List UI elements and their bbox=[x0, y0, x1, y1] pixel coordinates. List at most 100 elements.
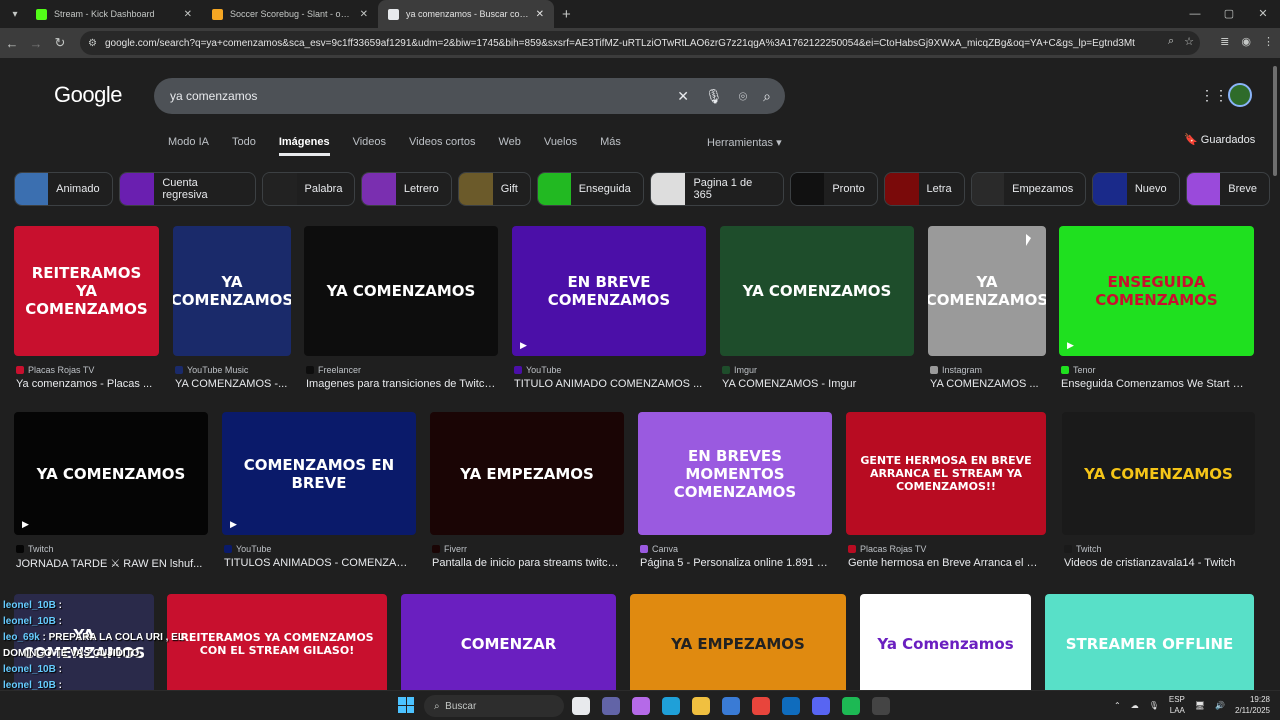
result-title[interactable]: JORNADA TARDE ⚔ RAW EN lshuf... bbox=[16, 557, 206, 570]
search-tab[interactable]: Videos cortos bbox=[409, 136, 475, 156]
image-result[interactable]: EN BREVES MOMENTOS COMENZAMOS Canva Página… bbox=[638, 412, 832, 575]
result-thumbnail[interactable]: YA EMPEZAMOS bbox=[430, 412, 624, 535]
close-tab-icon[interactable]: ✕ bbox=[536, 9, 544, 20]
search-icon[interactable]: ⌕ bbox=[763, 88, 771, 105]
close-window-button[interactable]: ✕ bbox=[1246, 0, 1280, 28]
filter-chip[interactable]: Gift bbox=[457, 172, 531, 206]
result-thumbnail[interactable]: YA COMENZAMOS bbox=[304, 226, 498, 356]
back-button[interactable]: ← bbox=[0, 36, 24, 51]
filter-chip[interactable]: Enseguida bbox=[536, 172, 644, 206]
filter-chip[interactable]: Letrero bbox=[361, 172, 452, 206]
filter-chip[interactable]: Cuenta regresiva bbox=[118, 172, 257, 206]
maximize-button[interactable]: ▢ bbox=[1212, 0, 1246, 28]
copilot-icon[interactable] bbox=[632, 697, 650, 715]
edge-icon[interactable] bbox=[662, 697, 680, 715]
result-thumbnail[interactable]: STREAMER OFFLINE bbox=[1045, 594, 1254, 690]
taskbar-search[interactable]: ⌕ Buscar bbox=[424, 695, 564, 717]
image-result[interactable]: COMENZAR bbox=[401, 594, 616, 690]
image-result[interactable]: YA COMENZAMOS YouTube Music YA COMENZAMOS … bbox=[173, 226, 291, 396]
image-result[interactable]: YA COMENZAMOS Instagram YA COMENZAMOS ... bbox=[928, 226, 1046, 396]
menu-icon[interactable]: ⋮ bbox=[1263, 35, 1274, 48]
image-result[interactable]: STREAMER OFFLINE bbox=[1045, 594, 1254, 690]
image-result[interactable]: COMENZAMOS EN BREVE ▶ YouTube TITULOS ANIMA… bbox=[222, 412, 416, 575]
result-thumbnail[interactable]: YA COMENZAMOS bbox=[720, 226, 914, 356]
result-source[interactable]: Imgur bbox=[722, 365, 757, 375]
url-text[interactable]: google.com/search?q=ya+comenzamos&sca_es… bbox=[105, 38, 1135, 49]
outlook-icon[interactable] bbox=[782, 697, 800, 715]
address-bar[interactable]: ⚙ google.com/search?q=ya+comenzamos&sca_… bbox=[80, 31, 1200, 55]
result-source[interactable]: YouTube bbox=[224, 544, 271, 554]
discord-icon[interactable] bbox=[812, 697, 830, 715]
search-tab[interactable]: Modo IA bbox=[168, 136, 209, 156]
search-tab[interactable]: Videos bbox=[353, 136, 386, 156]
result-source[interactable]: Canva bbox=[640, 544, 678, 554]
image-result[interactable]: EN BREVE COMENZAMOS ▶ YouTube TITULO ANIMAD… bbox=[512, 226, 706, 396]
result-title[interactable]: TITULOS ANIMADOS - COMENZAM... bbox=[224, 557, 414, 569]
search-tab[interactable]: Más bbox=[600, 136, 621, 156]
image-result[interactable]: YA COMENZAMOS Twitch Videos de cristianzav… bbox=[1062, 412, 1255, 575]
result-source[interactable]: Instagram bbox=[930, 365, 982, 375]
chrome-icon[interactable] bbox=[752, 697, 770, 715]
clear-icon[interactable]: ✕ bbox=[677, 88, 689, 105]
reading-list-icon[interactable]: ≣ bbox=[1220, 35, 1229, 48]
result-source[interactable]: Placas Rojas TV bbox=[16, 365, 94, 375]
result-source[interactable]: Placas Rojas TV bbox=[848, 544, 926, 554]
search-input[interactable]: ya comenzamos bbox=[170, 89, 677, 103]
result-title[interactable]: Pantalla de inicio para streams twitch..… bbox=[432, 557, 622, 569]
result-thumbnail[interactable]: GENTE HERMOSA EN BREVE ARRANCA EL STREAM… bbox=[846, 412, 1046, 535]
result-title[interactable]: Página 5 - Personaliza online 1.891 p... bbox=[640, 557, 830, 569]
bookmark-star-icon[interactable]: ☆ bbox=[1184, 35, 1194, 48]
search-tab[interactable]: Vuelos bbox=[544, 136, 577, 156]
result-title[interactable]: Ya comenzamos - Placas ... bbox=[16, 378, 157, 390]
result-title[interactable]: YA COMENZAMOS - Imgur bbox=[722, 378, 912, 390]
page-scrollbar[interactable] bbox=[1270, 58, 1280, 690]
result-thumbnail[interactable]: YA EMPEZAMOS bbox=[630, 594, 846, 690]
new-tab-button[interactable]: + bbox=[562, 6, 571, 23]
filter-chip[interactable]: Pagina 1 de 365 bbox=[649, 172, 784, 206]
saved-button[interactable]: 🔖 Guardados bbox=[1184, 133, 1255, 146]
image-result[interactable]: YA COMENZAMOS Freelancer Imagenes para tra… bbox=[304, 226, 498, 396]
clock[interactable]: 19:28 2/11/2025 bbox=[1235, 694, 1270, 716]
filter-chip[interactable]: Palabra bbox=[262, 172, 356, 206]
lens-icon[interactable]: ⌾ bbox=[739, 88, 747, 105]
tray-chevron-icon[interactable]: ⌃ bbox=[1114, 701, 1121, 710]
filter-chip[interactable]: Nuevo bbox=[1092, 172, 1180, 206]
mic-icon[interactable]: 🎙 bbox=[1149, 701, 1159, 710]
image-result[interactable]: REITERAMOS YA COMENZAMOS Placas Rojas TV Y… bbox=[14, 226, 159, 396]
store-icon[interactable] bbox=[722, 697, 740, 715]
image-result[interactable]: GENTE HERMOSA EN BREVE ARRANCA EL STREAM… bbox=[846, 412, 1046, 575]
search-tab[interactable]: Web bbox=[498, 136, 520, 156]
browser-tab[interactable]: ya comenzamos - Buscar con Google ✕ bbox=[378, 0, 554, 28]
start-button[interactable] bbox=[398, 697, 414, 713]
search-tab[interactable]: Imágenes bbox=[278, 136, 330, 156]
minimize-button[interactable]: — bbox=[1178, 0, 1212, 28]
forward-button[interactable]: → bbox=[24, 36, 48, 51]
search-tab[interactable]: Todo bbox=[232, 136, 256, 156]
result-source[interactable]: Tenor bbox=[1061, 365, 1096, 375]
language-indicator[interactable]: ESP LAA bbox=[1169, 694, 1185, 716]
result-thumbnail[interactable]: REITERAMOS YA COMENZAMOS bbox=[14, 226, 159, 356]
result-title[interactable]: YA COMENZAMOS -... bbox=[175, 378, 289, 390]
filter-chip[interactable]: Pronto bbox=[789, 172, 878, 206]
browser-tab[interactable]: Soccer Scorebug - Slant - overlay ✕ bbox=[202, 0, 378, 28]
reload-button[interactable]: ↻ bbox=[48, 35, 72, 51]
obs-icon[interactable] bbox=[872, 697, 890, 715]
cloud-icon[interactable]: ☁ bbox=[1131, 701, 1139, 710]
volume-icon[interactable]: 🔊 bbox=[1215, 701, 1225, 710]
result-title[interactable]: Gente hermosa en Breve Arranca el St... bbox=[848, 557, 1044, 569]
image-result[interactable]: ENSEGUIDA COMENZAMOS ▶ Tenor Enseguida Come… bbox=[1059, 226, 1254, 396]
filter-chip[interactable]: Breve bbox=[1185, 172, 1270, 206]
spotify-icon[interactable] bbox=[842, 697, 860, 715]
image-result[interactable]: YA EMPEZAMOS Fiverr Pantalla de inicio par… bbox=[430, 412, 624, 575]
browser-tab[interactable]: Stream - Kick Dashboard ✕ bbox=[26, 0, 202, 28]
explorer-icon[interactable] bbox=[692, 697, 710, 715]
tab-search-button[interactable]: ▾ bbox=[4, 3, 26, 25]
profile-icon[interactable]: ◉ bbox=[1241, 35, 1251, 48]
result-source[interactable]: Freelancer bbox=[306, 365, 361, 375]
result-source[interactable]: YouTube Music bbox=[175, 365, 248, 375]
close-tab-icon[interactable]: ✕ bbox=[360, 9, 368, 20]
search-box[interactable]: ya comenzamos ✕ 🎙 ⌾ ⌕ bbox=[154, 78, 785, 114]
result-title[interactable]: TITULO ANIMADO COMENZAMOS ... bbox=[514, 378, 704, 390]
tools-menu[interactable]: Herramientas ▾ bbox=[707, 136, 782, 149]
result-source[interactable]: Twitch bbox=[16, 544, 54, 554]
